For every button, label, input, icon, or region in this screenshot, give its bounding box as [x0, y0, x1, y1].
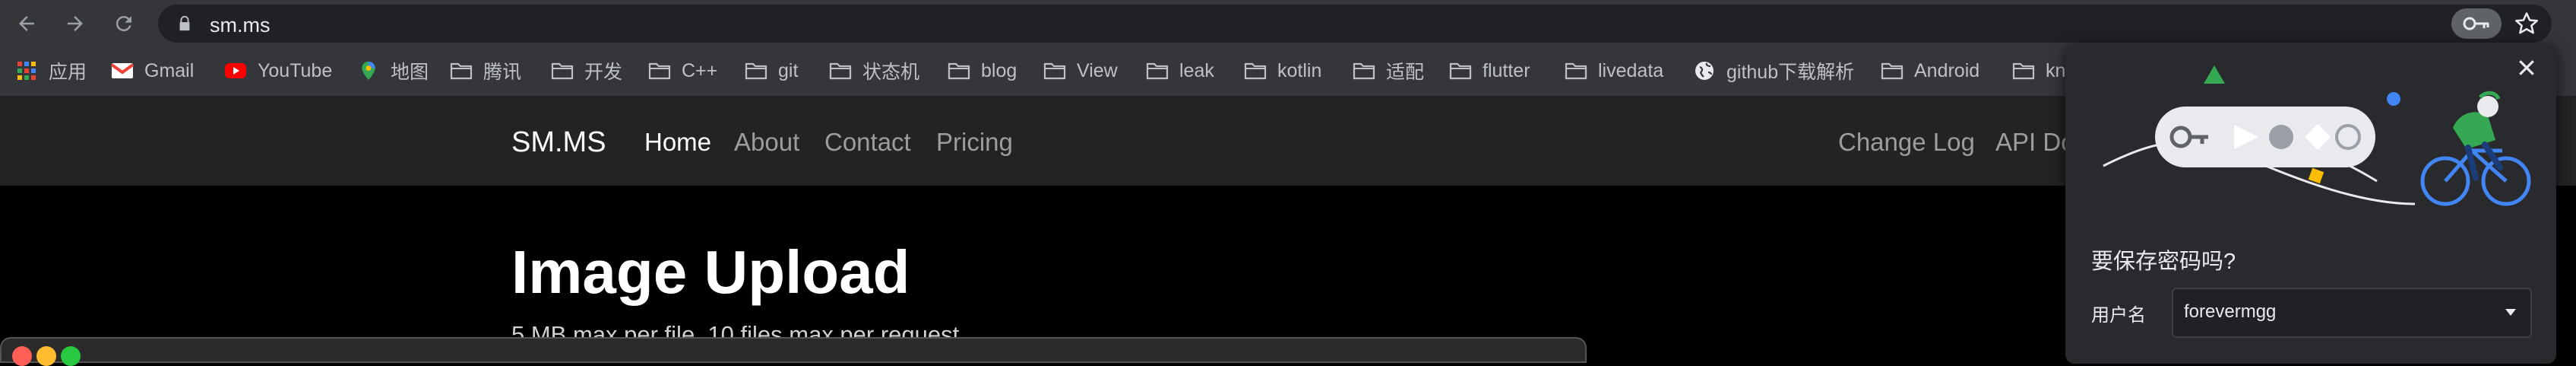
folder-icon [1449, 62, 1472, 80]
maps-pin-icon [362, 61, 375, 81]
bookmark-maps[interactable]: 地图 [357, 58, 429, 84]
bookmark-label: 开发 [584, 62, 623, 83]
bookmark-label: kn [2046, 59, 2066, 81]
back-button[interactable] [9, 6, 44, 41]
nav-contact[interactable]: Contact [824, 128, 911, 157]
bookmark-label: kotlin [1277, 59, 1322, 81]
bookmark-folder-livedata[interactable]: livedata [1565, 58, 1663, 84]
password-illustration [2103, 65, 2531, 206]
bookmark-label: Android [1914, 59, 1980, 81]
page-title: Image Upload [511, 238, 910, 306]
bookmark-label: Gmail [144, 59, 195, 81]
folder-icon [1043, 62, 1066, 80]
bookmark-folder-kotlin[interactable]: kotlin [1244, 58, 1321, 84]
bookmark-label: leak [1179, 59, 1214, 81]
folder-icon [648, 62, 671, 80]
bookmark-label: 适配 [1386, 62, 1425, 83]
arrow-right-icon [68, 16, 83, 31]
apps-grid-icon [17, 62, 36, 80]
bookmark-gmail[interactable]: Gmail [111, 58, 194, 84]
bookmark-label: 腾讯 [483, 62, 522, 83]
youtube-icon [225, 63, 246, 78]
window-zoom-button[interactable] [61, 346, 81, 366]
folder-icon [745, 62, 767, 80]
reload-icon [116, 16, 131, 32]
folder-icon [1881, 62, 1904, 80]
password-key-button[interactable] [2451, 8, 2502, 39]
bookmark-folder-view[interactable]: View [1043, 58, 1118, 84]
bookmark-folder-leak[interactable]: leak [1146, 58, 1214, 84]
folder-icon [948, 62, 970, 80]
bookmark-apps[interactable]: 应用 [15, 58, 87, 84]
bookmark-folder-dev[interactable]: 开发 [551, 58, 622, 84]
bookmark-folder-tencent[interactable]: 腾讯 [450, 58, 521, 84]
browser-toolbar: sm.ms [0, 0, 2576, 47]
bookmark-folder-kn[interactable]: kn [2012, 58, 2065, 84]
forward-button[interactable] [58, 6, 93, 41]
nav-about[interactable]: About [734, 128, 799, 157]
save-password-bubble: 要保存密码吗? 用户名 forevermgg [2065, 44, 2556, 364]
bookmark-folder-android[interactable]: Android [1881, 58, 1979, 84]
lock-icon[interactable] [176, 15, 193, 32]
nav-home[interactable]: Home [644, 128, 711, 157]
globe-icon [1695, 62, 1714, 80]
bookmark-label: livedata [1598, 59, 1664, 81]
bookmark-folder-state-machine[interactable]: 状态机 [829, 58, 919, 84]
overlapping-window-titlebar [0, 337, 1587, 366]
folder-icon [1353, 62, 1375, 80]
star-icon[interactable] [2514, 11, 2540, 37]
bookmark-folder-git[interactable]: git [745, 58, 798, 84]
bookmark-label: flutter [1483, 59, 1530, 81]
window-minimize-button[interactable] [36, 346, 56, 366]
folder-icon [551, 62, 574, 80]
bookmark-label: git [778, 59, 799, 81]
reload-button[interactable] [106, 6, 141, 41]
username-select[interactable]: forevermgg [2172, 288, 2532, 338]
bookmark-label: C++ [682, 59, 718, 81]
bookmark-folder-flutter[interactable]: flutter [1449, 58, 1530, 84]
arrow-left-icon [19, 16, 34, 31]
nav-pricing[interactable]: Pricing [936, 128, 1013, 157]
bookmark-folder-adaptation[interactable]: 适配 [1353, 58, 1424, 84]
bookmark-github-download[interactable]: github下载解析 [1693, 58, 1854, 84]
bookmark-label: View [1077, 59, 1118, 81]
site-brand[interactable]: SM.MS [511, 126, 606, 159]
window-close-button[interactable] [12, 346, 32, 366]
save-password-title: 要保存密码吗? [2091, 250, 2236, 274]
bookmark-label: YouTube [258, 59, 333, 81]
bookmark-label: 应用 [49, 62, 87, 83]
bookmark-label: 状态机 [862, 62, 920, 83]
bookmark-label: 地图 [391, 62, 429, 83]
gmail-icon [111, 63, 134, 78]
address-bar[interactable]: sm.ms [158, 5, 2552, 43]
close-icon[interactable] [2515, 56, 2538, 79]
nav-api-docs[interactable]: API Do [1995, 128, 2075, 157]
folder-icon [450, 62, 473, 80]
url-text[interactable]: sm.ms [210, 14, 270, 37]
bookmark-folder-cpp[interactable]: C++ [648, 58, 717, 84]
caret-down-icon [2505, 309, 2516, 316]
bookmark-label: blog [981, 59, 1017, 81]
folder-icon [1244, 62, 1267, 80]
folder-icon [1146, 62, 1169, 80]
username-label: 用户名 [2091, 305, 2146, 326]
folder-icon [1565, 62, 1587, 80]
key-icon [2463, 17, 2489, 30]
bookmark-label: github下载解析 [1726, 62, 1855, 83]
folder-icon [2012, 62, 2035, 80]
bookmark-folder-blog[interactable]: blog [948, 58, 1017, 84]
bookmark-youtube[interactable]: YouTube [224, 58, 332, 84]
nav-change-log[interactable]: Change Log [1838, 128, 1975, 157]
username-value: forevermgg [2184, 301, 2277, 322]
folder-icon [829, 62, 852, 80]
